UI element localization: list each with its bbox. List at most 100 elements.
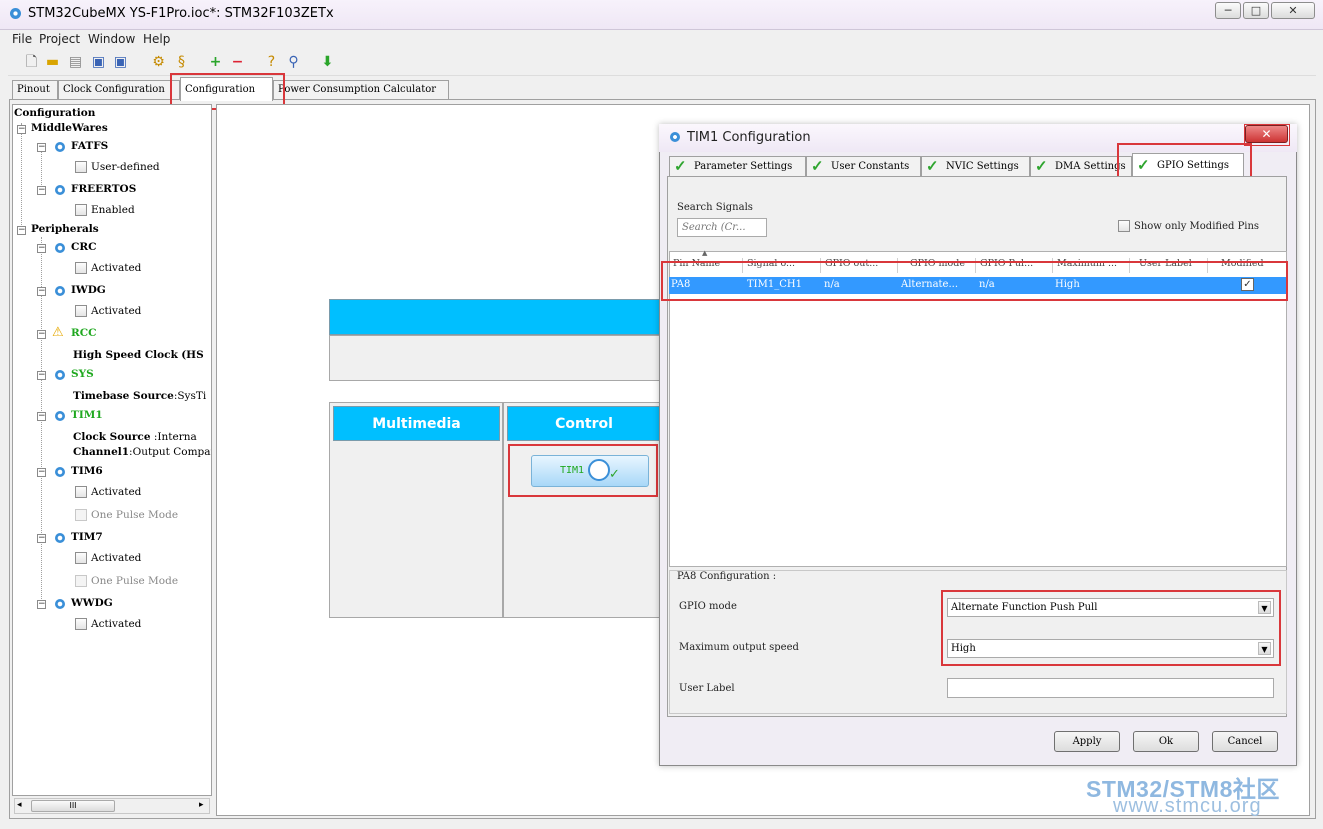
row-gpio-output: n/a [824, 279, 840, 290]
row-signal: TIM1_CH1 [747, 279, 802, 290]
collapse-tim6-icon[interactable]: − [37, 468, 46, 477]
max-speed-value: High [951, 643, 976, 654]
row-max-speed: High [1055, 279, 1080, 290]
tab-dma-settings[interactable]: ✓ DMA Settings [1030, 156, 1132, 177]
tree-root-configuration: Configuration [14, 107, 96, 119]
apply-button[interactable]: Apply [1054, 731, 1120, 752]
add-icon[interactable]: + [207, 54, 224, 71]
copy-icon[interactable]: ▤ [67, 54, 84, 71]
max-speed-label: Maximum output speed [679, 642, 799, 653]
collapse-tim7-icon[interactable]: − [37, 534, 46, 543]
collapse-peripherals-icon[interactable]: − [17, 226, 26, 235]
column-gpio-output[interactable]: GPIO out... [821, 258, 898, 273]
new-file-icon[interactable]: 🗋 [23, 54, 40, 71]
dialog-close-button[interactable]: ✕ [1245, 125, 1288, 143]
tree-item-freertos[interactable]: FREERTOS [71, 183, 136, 195]
tab-gpio-settings[interactable]: ✓ GPIO Settings [1132, 153, 1244, 178]
column-signal[interactable]: Signal o... [743, 258, 821, 273]
collapse-freertos-icon[interactable]: − [37, 186, 46, 195]
gear-icon [55, 599, 65, 609]
generate-icon[interactable]: ⚙ [150, 54, 167, 71]
tab-configuration[interactable]: Configuration [180, 77, 273, 101]
pin-table [669, 251, 1287, 567]
collapse-sys-icon[interactable]: − [37, 371, 46, 380]
fatfs-user-defined-checkbox[interactable] [75, 161, 87, 173]
collapse-crc-icon[interactable]: − [37, 244, 46, 253]
column-user-label[interactable]: User Label [1130, 258, 1208, 273]
help-icon[interactable]: ? [263, 54, 280, 71]
scroll-thumb[interactable]: III [31, 800, 115, 812]
save-icon[interactable]: ▣ [90, 54, 107, 71]
search-signals-input[interactable] [677, 218, 767, 237]
column-modified[interactable]: Modified [1208, 258, 1286, 273]
scroll-left-icon[interactable]: ◂ [17, 800, 22, 810]
check-icon: ✓ [926, 157, 939, 175]
tim1-channel1-label: Channel1 [73, 446, 130, 458]
tree-item-sys[interactable]: SYS [71, 368, 94, 380]
dialog-title: TIM1 Configuration [687, 130, 811, 145]
scroll-right-icon[interactable]: ▸ [199, 800, 204, 810]
close-window-button[interactable]: ✕ [1271, 2, 1315, 19]
collapse-wwdg-icon[interactable]: − [37, 600, 46, 609]
crc-activated-checkbox[interactable] [75, 262, 87, 274]
menu-help[interactable]: Help [143, 32, 170, 46]
gear-icon [55, 467, 65, 477]
tree-item-wwdg[interactable]: WWDG [71, 597, 113, 609]
collapse-iwdg-icon[interactable]: − [37, 287, 46, 296]
tree-item-tim1[interactable]: TIM1 [71, 409, 103, 421]
max-speed-select[interactable]: High ▼ [947, 639, 1274, 658]
collapse-middlewares-icon[interactable]: − [17, 125, 26, 134]
fatfs-option-label: User-defined [91, 161, 160, 173]
tree-item-tim6[interactable]: TIM6 [71, 465, 103, 477]
tim7-activated-checkbox[interactable] [75, 552, 87, 564]
menu-window[interactable]: Window [88, 32, 135, 46]
tab-clock-configuration[interactable]: Clock Configuration [58, 80, 180, 99]
tree-middlewares[interactable]: MiddleWares [31, 122, 108, 134]
user-label-label: User Label [679, 683, 735, 694]
menu-file[interactable]: File [12, 32, 32, 46]
save-as-icon[interactable]: ▣ [112, 54, 129, 71]
gpio-mode-select[interactable]: Alternate Function Push Pull ▼ [947, 598, 1274, 617]
collapse-fatfs-icon[interactable]: − [37, 143, 46, 152]
show-modified-checkbox[interactable] [1118, 220, 1130, 232]
freertos-enabled-checkbox[interactable] [75, 204, 87, 216]
download-icon[interactable]: ⬇ [319, 54, 336, 71]
tim6-activated-label: Activated [91, 486, 142, 498]
tab-pinout[interactable]: Pinout [12, 80, 58, 99]
wwdg-activated-checkbox[interactable] [75, 618, 87, 630]
tree-item-rcc[interactable]: RCC [71, 327, 96, 339]
multimedia-header: Multimedia [333, 406, 500, 441]
maximize-button[interactable]: □ [1243, 2, 1269, 19]
open-folder-icon[interactable]: ▬ [44, 54, 61, 71]
tree-item-crc[interactable]: CRC [71, 241, 96, 253]
tab-parameter-settings[interactable]: ✓ Parameter Settings [669, 156, 806, 177]
minimize-button[interactable]: ─ [1215, 2, 1241, 19]
column-gpio-pull[interactable]: GPIO Pul... [976, 258, 1053, 273]
tree-peripherals[interactable]: Peripherals [31, 223, 99, 235]
iwdg-activated-checkbox[interactable] [75, 305, 87, 317]
collapse-rcc-icon[interactable]: − [37, 330, 46, 339]
gear-icon [55, 185, 65, 195]
tab-nvic-settings[interactable]: ✓ NVIC Settings [921, 156, 1030, 177]
tim6-activated-checkbox[interactable] [75, 486, 87, 498]
tree-horizontal-scrollbar[interactable]: ◂ III ▸ [14, 798, 210, 814]
remove-icon[interactable]: − [229, 54, 246, 71]
ok-button[interactable]: Ok [1133, 731, 1199, 752]
search-icon[interactable]: ⚲ [285, 54, 302, 71]
tree-item-iwdg[interactable]: IWDG [71, 284, 106, 296]
collapse-tim1-icon[interactable]: − [37, 412, 46, 421]
tim1-peripheral-button[interactable]: TIM1 ✓ [531, 455, 649, 487]
column-gpio-mode[interactable]: GPIO mode [898, 258, 976, 273]
user-label-input[interactable] [947, 678, 1274, 698]
cancel-button[interactable]: Cancel [1212, 731, 1278, 752]
tab-power-consumption[interactable]: Power Consumption Calculator [273, 80, 449, 99]
column-pin-name[interactable]: Pin Name [669, 258, 743, 273]
menu-project[interactable]: Project [39, 32, 80, 46]
row-modified-checkbox[interactable]: ✓ [1241, 278, 1254, 291]
control-header: Control [507, 406, 661, 441]
report-icon[interactable]: § [173, 54, 190, 71]
tree-item-fatfs[interactable]: FATFS [71, 140, 108, 152]
column-max-speed[interactable]: Maximum ... [1053, 258, 1130, 273]
tree-item-tim7[interactable]: TIM7 [71, 531, 103, 543]
tab-user-constants[interactable]: ✓ User Constants [806, 156, 921, 177]
